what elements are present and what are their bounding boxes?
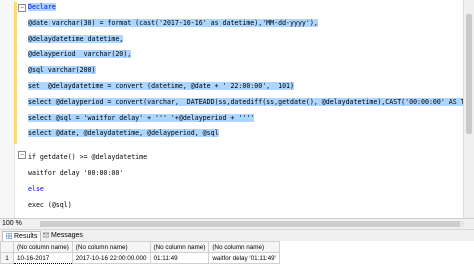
change-marker (14, 2, 17, 144)
code-line: exec (@sql) (28, 201, 72, 209)
code-line: @delayperiod varchar(20), (28, 50, 132, 58)
grid-cell[interactable]: 10-16-2017 (13, 252, 73, 264)
grid-icon (5, 232, 13, 240)
message-icon (42, 232, 50, 238)
code-line: waitfor delay '00:00:00' (28, 169, 124, 177)
vertical-scrollbar[interactable] (463, 0, 474, 218)
column-header[interactable]: (No column name) (149, 241, 210, 253)
line-gutter (0, 0, 15, 218)
collapse-icon[interactable]: − (18, 151, 26, 159)
code-line: @sql varchar(200) (28, 66, 96, 74)
row-number[interactable]: 1 (0, 252, 14, 264)
query-editor[interactable]: − − Declare @date varchar(30) = format (… (0, 0, 474, 218)
code-line: if getdate() >= @delaydatetime (28, 153, 148, 161)
table-row[interactable]: 1 10-16-2017 2017-10-16 22:00:00.000 01:… (0, 252, 280, 264)
code-line: @date varchar(30) = format (cast('2017-1… (28, 19, 318, 27)
tab-messages[interactable]: Messages (40, 231, 86, 241)
column-header[interactable]: (No column name) (208, 241, 280, 253)
results-grid[interactable]: (No column name) (No column name) (No co… (0, 241, 474, 280)
collapse-icon[interactable]: − (18, 4, 26, 12)
code-line: select @delayperiod = convert(varchar, D… (28, 97, 474, 108)
code-line: select @sql = 'waitfor delay' + ''' '+@d… (28, 114, 255, 122)
column-header[interactable]: (No column name) (13, 241, 73, 253)
editor-status-bar: 100 % (0, 218, 474, 229)
grid-header-row: (No column name) (No column name) (No co… (0, 241, 280, 253)
grid-cell[interactable]: 2017-10-16 22:00:00.000 (71, 252, 151, 264)
code-line: Declare (28, 3, 56, 11)
code-line: set @delaydatetime = convert (datetime, … (28, 82, 294, 90)
column-header[interactable]: (No column name) (71, 241, 151, 253)
grid-corner (0, 241, 14, 253)
code-line: else (28, 185, 44, 193)
code-line: @delaydatetime datetime, (28, 35, 124, 43)
grid-cell[interactable]: 01:11:49 (149, 252, 210, 264)
grid-cell[interactable]: waitfor delay '01:11:49' (208, 252, 280, 264)
code-line: select @date, @delaydatetime, @delayperi… (28, 129, 219, 137)
horizontal-scrollbar[interactable] (40, 221, 464, 227)
zoom-level[interactable]: 100 % (2, 220, 22, 227)
